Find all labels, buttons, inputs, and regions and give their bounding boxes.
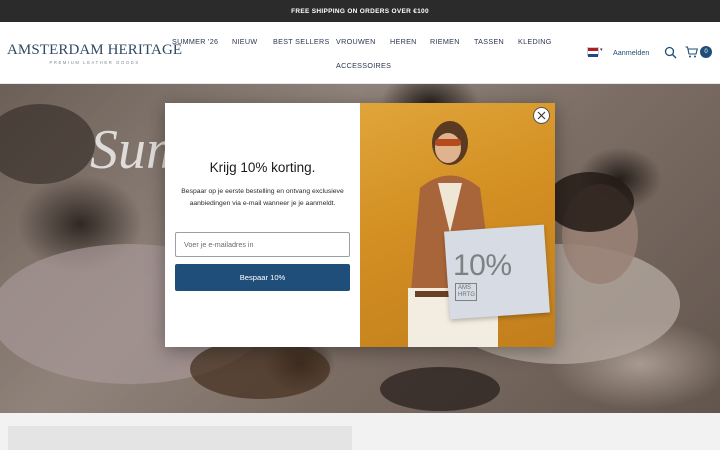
brand-name: AMSTERDAM HERITAGE bbox=[7, 42, 183, 58]
nav-item-accessoires[interactable]: ACCESSOIRES bbox=[336, 61, 391, 70]
brand-tagline: PREMIUM LEATHER GOODS bbox=[49, 60, 140, 65]
cart-count-badge[interactable]: 0 bbox=[700, 46, 712, 58]
promo-percent: 10% bbox=[453, 249, 512, 282]
login-link[interactable]: Aanmelden bbox=[613, 48, 649, 57]
nav-item-summer[interactable]: SUMMER '26 bbox=[172, 37, 218, 46]
announcement-text: FREE SHIPPING ON ORDERS OVER €100 bbox=[291, 7, 429, 15]
brand-logo[interactable]: AMSTERDAM HERITAGE PREMIUM LEATHER GOODS bbox=[7, 42, 182, 65]
chevron-down-icon[interactable]: ▾ bbox=[600, 47, 603, 53]
netherlands-flag-icon[interactable] bbox=[587, 47, 599, 57]
announcement-bar: FREE SHIPPING ON ORDERS OVER €100 bbox=[0, 0, 720, 22]
nav-item-best-sellers[interactable]: BEST SELLERS bbox=[273, 37, 330, 46]
discount-popup: Krijg 10% korting. Bespaar op je eerste … bbox=[165, 103, 555, 347]
popup-title: Krijg 10% korting. bbox=[209, 160, 316, 175]
product-card[interactable] bbox=[8, 426, 352, 450]
site-header: AMSTERDAM HERITAGE PREMIUM LEATHER GOODS… bbox=[0, 22, 720, 84]
nav-item-nieuw[interactable]: NIEUW bbox=[232, 37, 257, 46]
save-discount-button[interactable]: Bespaar 10% bbox=[175, 264, 350, 291]
close-icon bbox=[537, 111, 546, 120]
popup-description: Bespaar op je eerste bestelling en ontva… bbox=[181, 188, 344, 207]
email-field[interactable] bbox=[175, 232, 350, 257]
close-popup-button[interactable] bbox=[533, 107, 550, 124]
nav-item-tassen[interactable]: TASSEN bbox=[474, 37, 504, 46]
popup-form-panel: Krijg 10% korting. Bespaar op je eerste … bbox=[165, 103, 360, 347]
search-icon[interactable] bbox=[664, 46, 677, 59]
nav-item-riemen[interactable]: RIEMEN bbox=[430, 37, 460, 46]
nav-item-kleding[interactable]: KLEDING bbox=[518, 37, 552, 46]
nav-item-vrouwen[interactable]: VROUWEN bbox=[336, 37, 376, 46]
below-fold-section bbox=[0, 413, 720, 450]
promo-brand-logo: AMS HRTG bbox=[455, 283, 477, 301]
nav-item-heren[interactable]: HEREN bbox=[390, 37, 417, 46]
cart-icon[interactable] bbox=[685, 46, 698, 58]
